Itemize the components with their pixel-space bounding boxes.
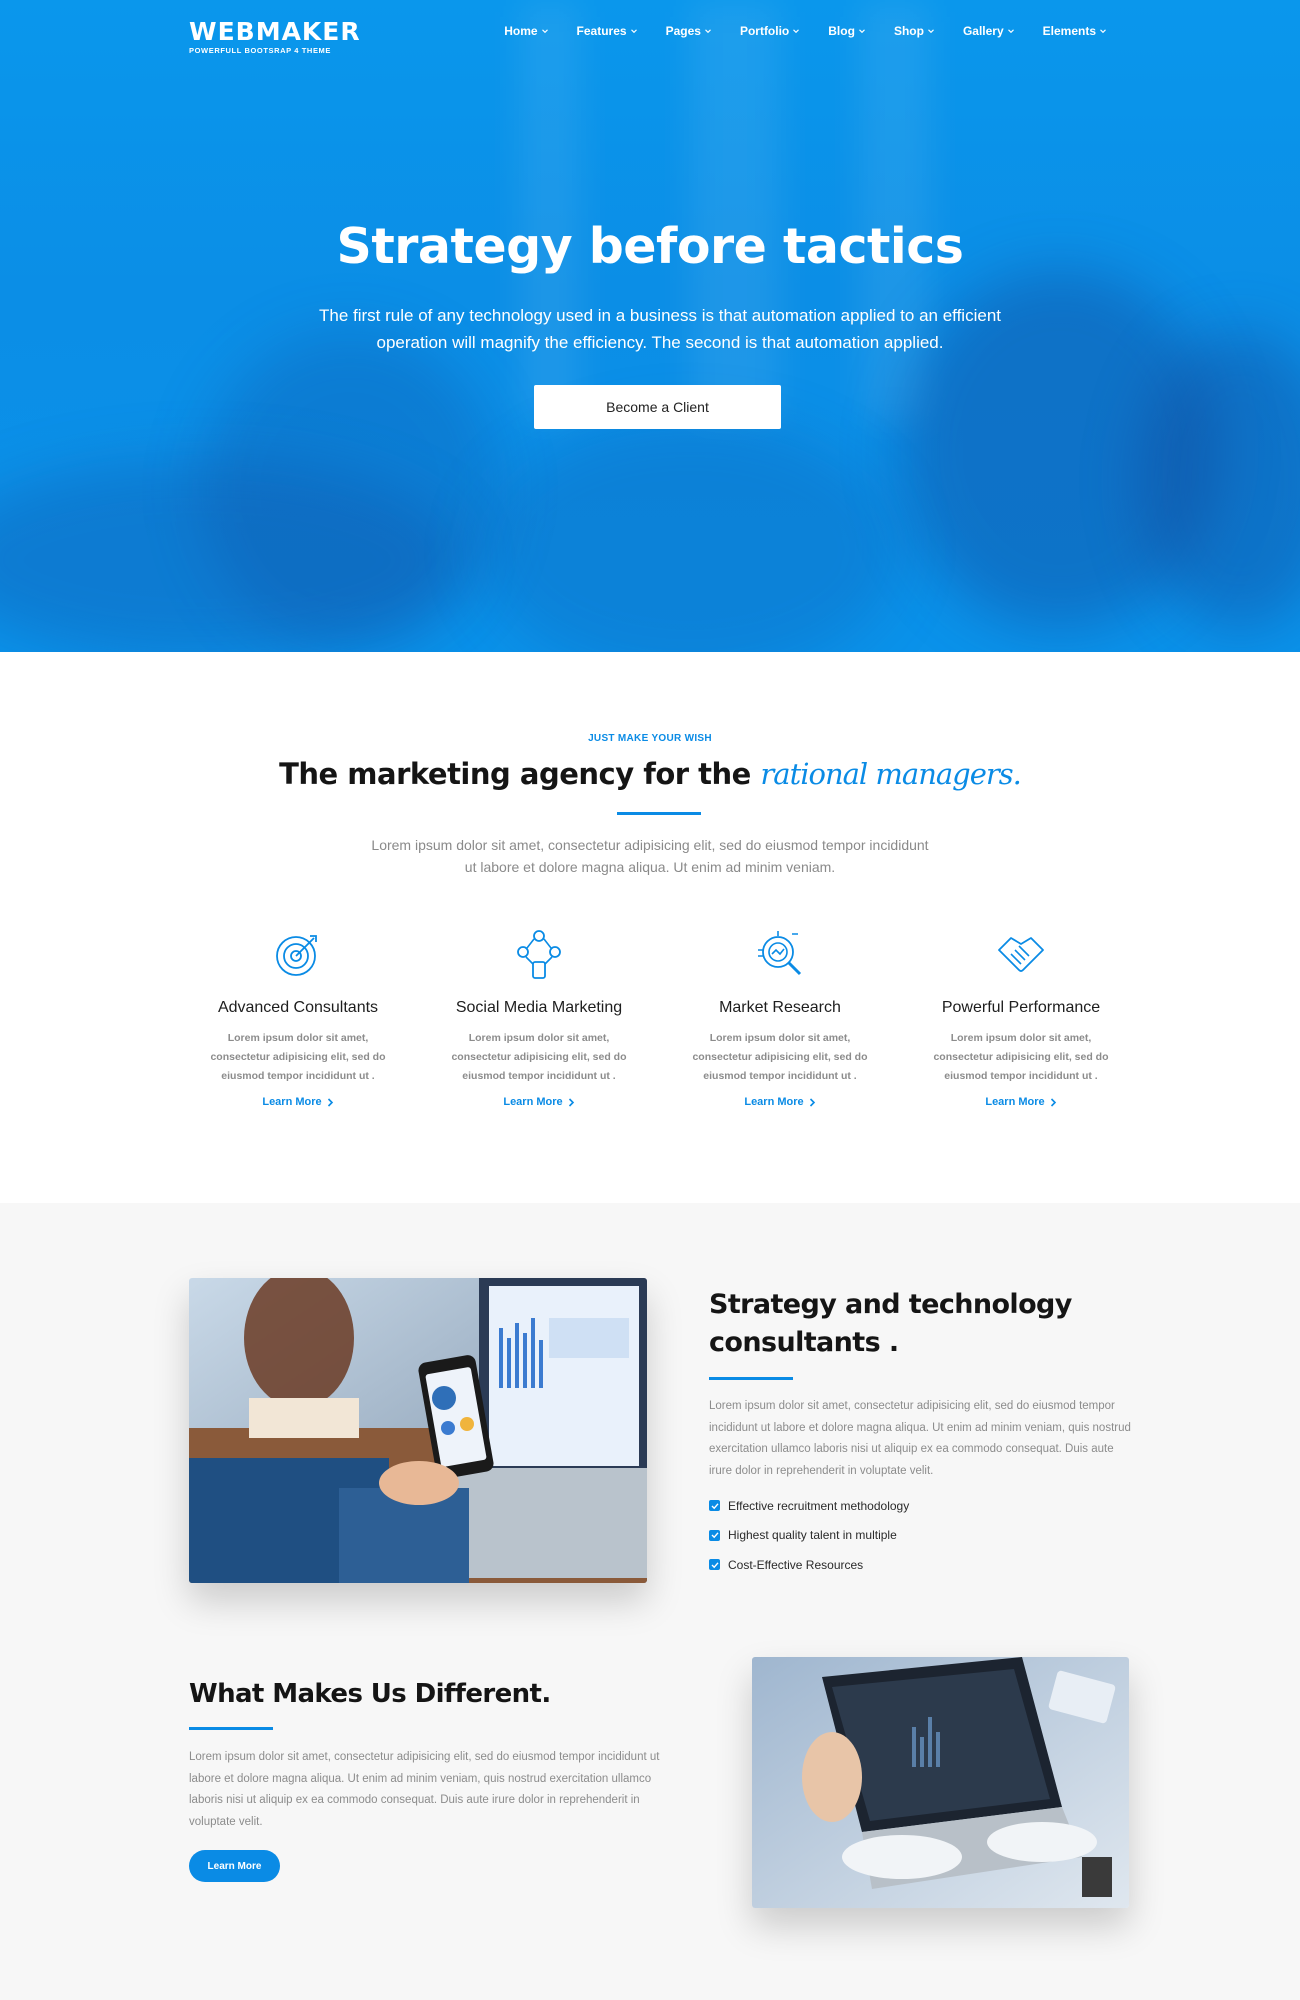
feature-title: Powerful Performance <box>941 999 1101 1016</box>
check-icon <box>709 1559 720 1571</box>
chevron-down-icon <box>541 29 548 34</box>
hero-title: Strategy before tactics <box>336 218 964 275</box>
checklist-item: Highest quality talent in multiple <box>709 1521 909 1551</box>
learn-more-label: Learn More <box>985 1096 1045 1108</box>
section-title-accent: rational managers. <box>760 757 1021 791</box>
nav-item-shop[interactable]: Shop <box>883 24 946 38</box>
feature-description: Lorem ipsum dolor sit amet, consectetur … <box>210 1032 386 1082</box>
learn-more-label: Learn More <box>503 1096 563 1108</box>
nav-item-gallery[interactable]: Gallery <box>952 24 1026 38</box>
chevron-right-icon <box>809 1097 815 1107</box>
feature-title: Advanced Consultants <box>217 999 379 1016</box>
learn-more-label: Learn More <box>262 1096 322 1108</box>
feature-card: Social Media Marketing Lorem ipsum dolor… <box>434 928 644 1110</box>
about-title-line: Strategy and technology <box>709 1289 1072 1320</box>
research-magnifier-icon <box>758 931 802 976</box>
nav-label: Portfolio <box>739 24 790 38</box>
about-checklist: Effective recruitment methodology Highes… <box>709 1491 909 1580</box>
checklist-item: Effective recruitment methodology <box>709 1491 909 1521</box>
chevron-down-icon <box>793 29 800 34</box>
consultant-photo <box>189 1278 647 1583</box>
nav-item-portfolio[interactable]: Portfolio <box>729 24 811 38</box>
nav-label: Shop <box>893 24 924 38</box>
nav-label: Home <box>504 24 538 38</box>
different-title: What Makes Us Different. <box>189 1679 551 1709</box>
section-title-main: The marketing agency for the <box>279 757 761 791</box>
chevron-right-icon <box>1050 1097 1056 1107</box>
learn-more-button[interactable]: Learn More <box>189 1850 280 1882</box>
about-title-underline <box>709 1377 793 1380</box>
about-text: Lorem ipsum dolor sit amet, consectetur … <box>709 1400 1131 1477</box>
nav-label: Features <box>576 24 627 38</box>
nav-item-home[interactable]: Home <box>493 24 559 38</box>
chevron-down-icon <box>1007 29 1014 34</box>
different-text: Lorem ipsum dolor sit amet, consectetur … <box>189 1751 660 1828</box>
section-eyebrow: JUST MAKE YOUR WISH <box>588 733 712 744</box>
nav-label: Blog <box>828 24 855 38</box>
top-navbar: WEBMAKER POWERFULL BOOTSRAP 4 THEME Home… <box>0 0 1300 70</box>
brand-tagline: POWERFULL BOOTSRAP 4 THEME <box>189 46 331 55</box>
handshake-icon <box>998 937 1044 972</box>
feature-card: Market Research Lorem ipsum dolor sit am… <box>675 928 885 1110</box>
about-title: Strategy and technology consultants . <box>709 1286 1072 1362</box>
checklist-label: Effective recruitment methodology <box>728 1498 910 1513</box>
checklist-item: Cost-Effective Resources <box>709 1550 909 1580</box>
learn-more-link[interactable]: Learn More <box>744 1096 815 1108</box>
hero-text: The first rule of any technology used in… <box>300 302 1020 356</box>
main-nav: Home Features Pages Portfolio Blog Shop <box>487 24 1118 38</box>
brand-name: WEBMAKER <box>189 17 361 46</box>
laptop-photo <box>752 1657 1129 1908</box>
different-title-underline <box>189 1727 273 1730</box>
feature-title: Social Media Marketing <box>455 999 623 1016</box>
learn-more-link[interactable]: Learn More <box>262 1096 333 1108</box>
section-lead-line: ut labore et dolore magna aliqua. Ut eni… <box>464 859 836 875</box>
nav-item-elements[interactable]: Elements <box>1032 24 1118 38</box>
chevron-down-icon <box>928 29 934 34</box>
feature-description: Lorem ipsum dolor sit amet, consectetur … <box>451 1032 627 1082</box>
chevron-down-icon <box>630 29 637 34</box>
nav-item-features[interactable]: Features <box>566 24 649 38</box>
nav-label: Gallery <box>962 24 1004 38</box>
feature-description: Lorem ipsum dolor sit amet, consectetur … <box>692 1032 868 1082</box>
learn-more-link[interactable]: Learn More <box>985 1096 1056 1108</box>
checklist-label: Cost-Effective Resources <box>728 1557 864 1572</box>
feature-card: Advanced Consultants Lorem ipsum dolor s… <box>193 928 403 1110</box>
hero-text-line: operation will magnify the efficiency. T… <box>376 333 944 352</box>
photo-illustration <box>189 1278 647 1583</box>
target-icon <box>276 935 317 976</box>
nav-item-pages[interactable]: Pages <box>655 24 723 38</box>
chevron-down-icon <box>859 29 865 34</box>
nav-item-blog[interactable]: Blog <box>817 24 877 38</box>
feature-card: Powerful Performance Lorem ipsum dolor s… <box>916 928 1126 1110</box>
learn-more-label: Learn More <box>744 1096 804 1108</box>
about-title-line: consultants . <box>709 1327 899 1358</box>
photo-illustration <box>752 1657 1129 1908</box>
feature-title: Market Research <box>719 999 841 1016</box>
chevron-down-icon <box>1100 29 1106 34</box>
check-icon <box>709 1529 720 1541</box>
section-title: The marketing agency for the rational ma… <box>0 757 1300 791</box>
chevron-down-icon <box>705 29 711 34</box>
nav-label: Pages <box>665 24 701 38</box>
hero-bg-table <box>480 420 900 652</box>
section-lead-line: Lorem ipsum dolor sit amet, consectetur … <box>371 837 929 853</box>
section-lead: Lorem ipsum dolor sit amet, consectetur … <box>350 834 950 878</box>
hero-text-line: The first rule of any technology used in… <box>319 306 1001 325</box>
chevron-right-icon <box>327 1097 333 1107</box>
become-client-button[interactable]: Become a Client <box>534 385 781 429</box>
social-network-icon <box>517 930 561 979</box>
check-icon <box>709 1500 720 1512</box>
brand-logo[interactable]: WEBMAKER POWERFULL BOOTSRAP 4 THEME <box>189 18 361 56</box>
chevron-right-icon <box>568 1097 574 1107</box>
feature-description: Lorem ipsum dolor sit amet, consectetur … <box>933 1032 1109 1082</box>
checklist-label: Highest quality talent in multiple <box>728 1528 897 1543</box>
learn-more-link[interactable]: Learn More <box>503 1096 574 1108</box>
title-underline <box>617 812 701 815</box>
hero-section: WEBMAKER POWERFULL BOOTSRAP 4 THEME Home… <box>0 0 1300 652</box>
nav-label: Elements <box>1042 24 1096 38</box>
